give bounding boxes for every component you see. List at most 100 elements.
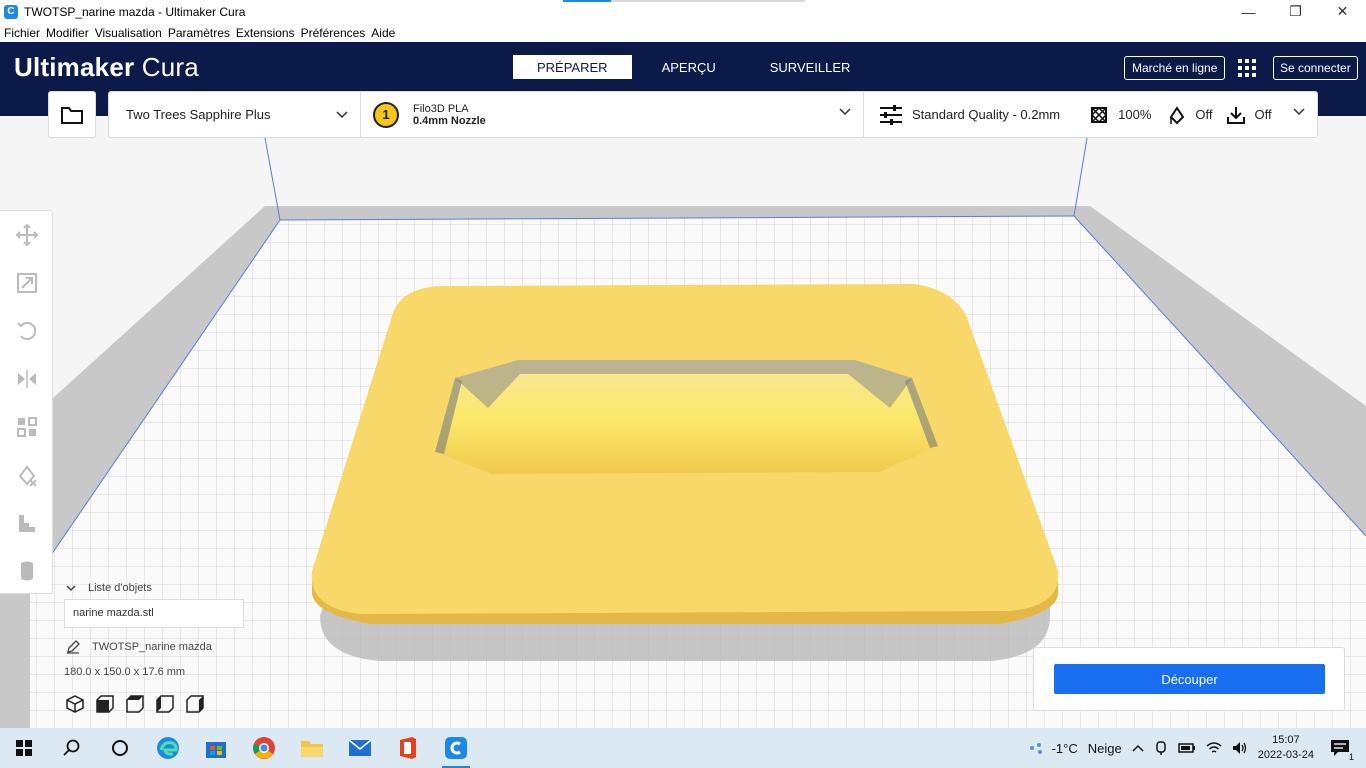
window-title: TWOTSP_narine mazda - Ultimaker Cura: [24, 4, 246, 19]
model-dimensions: 180.0 x 150.0 x 17.6 mm: [64, 666, 186, 678]
chevron-down-icon: [1293, 108, 1305, 116]
clock-date: 2022-03-24: [1257, 749, 1314, 761]
windows-taskbar: -1°C Neige 15:07 2022-03-24 1: [0, 728, 1366, 768]
layer-tool-icon[interactable]: [0, 499, 53, 547]
stage-tabs: PRÉPARER APERÇU SURVEILLER: [513, 55, 880, 79]
right-view-icon[interactable]: [184, 693, 206, 715]
infill-value: 100%: [1118, 107, 1152, 122]
system-clock[interactable]: 15:07 2022-03-24: [1258, 733, 1314, 763]
object-list-header[interactable]: Liste d'objets: [66, 582, 152, 594]
mail-icon[interactable]: [336, 728, 384, 768]
build-volume-edge: [1073, 137, 1088, 217]
clock-time: 15:07: [1272, 734, 1300, 746]
pencil-icon[interactable]: [66, 640, 80, 654]
notification-center-icon[interactable]: 1: [1330, 739, 1354, 762]
windows-start-icon[interactable]: [0, 728, 48, 768]
menu-fichier[interactable]: Fichier: [4, 26, 40, 40]
chevron-down-icon: [839, 108, 851, 116]
print-settings-selector[interactable]: Standard Quality - 0.2mm 100% Off Off: [864, 92, 1317, 137]
battery-icon[interactable]: [1177, 742, 1196, 754]
scale-tool-icon[interactable]: [0, 259, 53, 307]
meet-now-icon[interactable]: [1154, 740, 1168, 756]
menu-parametres[interactable]: Paramètres: [168, 26, 230, 40]
job-name[interactable]: TWOTSP_narine mazda: [92, 641, 212, 653]
file-explorer-icon[interactable]: [288, 728, 336, 768]
menu-modifier[interactable]: Modifier: [46, 26, 89, 40]
office-icon[interactable]: [384, 728, 432, 768]
quality-profile: Standard Quality - 0.2mm: [912, 107, 1061, 122]
menu-bar: Fichier Modifier Visualisation Paramètre…: [0, 23, 1366, 42]
title-progress-track: [611, 0, 805, 2]
menu-preferences[interactable]: Préférences: [301, 26, 366, 40]
material-name: Filo3D PLA: [413, 102, 469, 115]
3d-view-icon[interactable]: [64, 693, 86, 715]
volume-icon[interactable]: [1232, 741, 1248, 755]
weather-temp: -1°C: [1051, 740, 1078, 756]
3d-viewport[interactable]: [0, 116, 1366, 728]
chevron-down-icon: [336, 110, 348, 118]
maximize-button[interactable]: ❐: [1272, 0, 1319, 23]
object-list-title: Liste d'objets: [88, 582, 152, 594]
material-selector[interactable]: 1 Filo3D PLA 0.4mm Nozzle: [361, 92, 864, 137]
job-name-row: TWOTSP_narine mazda: [66, 640, 212, 654]
mirror-tool-icon[interactable]: [0, 355, 53, 403]
title-bar: C TWOTSP_narine mazda - Ultimaker Cura —…: [0, 0, 1366, 23]
printer-settings-bar: Two Trees Sapphire Plus 1 Filo3D PLA 0.4…: [108, 91, 1318, 138]
marketplace-button[interactable]: Marché en ligne: [1124, 56, 1226, 80]
adhesion-icon: [1227, 106, 1246, 124]
cortana-icon[interactable]: [96, 728, 144, 768]
printer-name: Two Trees Sapphire Plus: [126, 107, 271, 122]
title-progress-indicator: [563, 0, 611, 2]
menu-aide[interactable]: Aide: [371, 26, 395, 40]
apps-grid-icon[interactable]: [1238, 59, 1256, 77]
logo-bold-text: Ultimaker: [14, 52, 135, 82]
support-blocker-icon[interactable]: [0, 451, 53, 499]
chrome-icon[interactable]: [240, 728, 288, 768]
cura-app-icon: C: [4, 4, 18, 19]
logo-light-text: Cura: [141, 52, 199, 82]
printer-selector[interactable]: Two Trees Sapphire Plus: [109, 92, 361, 137]
chevron-up-icon[interactable]: [1132, 744, 1144, 752]
ultimaker-cura-logo: Ultimaker Cura: [14, 52, 199, 83]
left-view-icon[interactable]: [154, 693, 176, 715]
minimize-button[interactable]: —: [1225, 0, 1272, 23]
menu-extensions[interactable]: Extensions: [236, 26, 295, 40]
build-plate-scene: [0, 137, 1366, 728]
rotate-tool-icon[interactable]: [0, 307, 53, 355]
tab-preparer[interactable]: PRÉPARER: [513, 55, 632, 79]
weather-text: Neige: [1087, 740, 1122, 756]
folder-icon: [61, 106, 83, 124]
support-icon: [1170, 105, 1185, 124]
search-icon[interactable]: [48, 728, 96, 768]
tab-apercu[interactable]: APERÇU: [638, 55, 740, 79]
slice-panel: Découper: [1033, 647, 1345, 711]
login-button[interactable]: Se connecter: [1273, 56, 1358, 80]
microsoft-store-icon[interactable]: [192, 728, 240, 768]
cura-taskbar-icon[interactable]: [432, 728, 480, 768]
adhesion-value: Off: [1254, 107, 1272, 122]
infill-icon: [1091, 106, 1108, 123]
list-item[interactable]: narine mazda.stl: [73, 607, 235, 619]
front-view-icon[interactable]: [94, 693, 116, 715]
snow-icon: [1029, 743, 1042, 754]
extruder-badge: 1: [373, 101, 399, 128]
wifi-icon[interactable]: [1206, 741, 1222, 755]
tool-panel: [0, 210, 53, 594]
camera-view-buttons: [64, 693, 214, 715]
open-file-button[interactable]: [48, 91, 96, 138]
menu-visualisation[interactable]: Visualisation: [95, 26, 162, 40]
nozzle-size: 0.4mm Nozzle: [413, 114, 486, 127]
per-model-settings-icon[interactable]: [0, 403, 53, 451]
settings-sliders-icon: [880, 104, 902, 125]
move-tool-icon[interactable]: [0, 211, 53, 259]
edge-browser-icon[interactable]: [144, 728, 192, 768]
weather-widget[interactable]: -1°C Neige: [1026, 739, 1122, 757]
support-value: Off: [1195, 107, 1213, 122]
top-view-icon[interactable]: [124, 693, 146, 715]
notification-count: 1: [1348, 752, 1354, 762]
cylinder-tool-icon[interactable]: [0, 547, 53, 595]
slice-button[interactable]: Découper: [1054, 664, 1325, 694]
object-list: narine mazda.stl: [64, 599, 244, 628]
close-button[interactable]: ✕: [1319, 0, 1366, 23]
tab-surveiller[interactable]: SURVEILLER: [746, 55, 875, 79]
